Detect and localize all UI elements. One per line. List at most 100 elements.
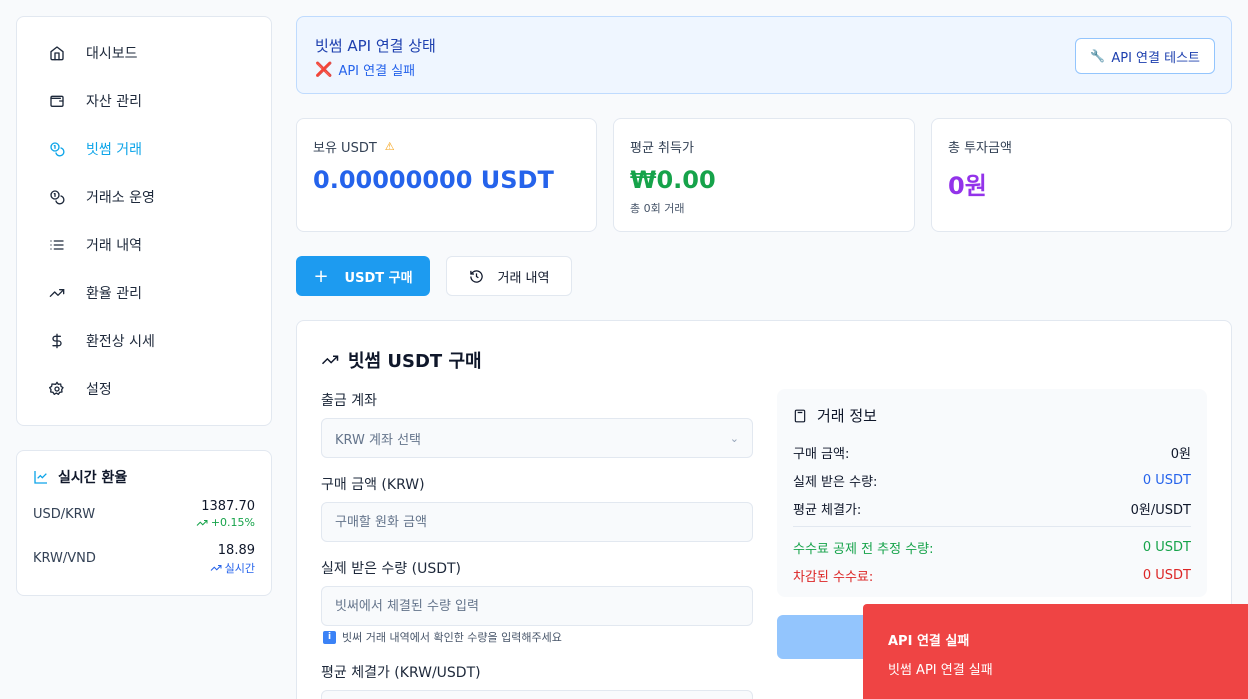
rate-value: 1387.70 xyxy=(201,499,255,514)
wrench-icon: 🔧 xyxy=(1090,49,1106,63)
rate-status-text: 실시간 xyxy=(224,562,255,575)
trending-up-icon xyxy=(49,285,65,301)
info-label: 평균 체결가: xyxy=(793,502,862,518)
plus-icon: + xyxy=(313,265,329,287)
chevron-down-icon: ⌄ xyxy=(729,431,739,445)
card-label: 평균 취득가 xyxy=(630,141,694,156)
trade-count: 총 0회 거래 xyxy=(630,202,685,215)
qty-hint-text: 빗써 거래 내역에서 확인한 수량을 입력해주세요 xyxy=(342,631,562,644)
info-row-received: 실제 받은 수량: 0 USDT xyxy=(793,466,1191,494)
gear-icon xyxy=(49,381,65,397)
home-icon xyxy=(49,45,65,61)
info-value: 0 USDT xyxy=(1142,539,1191,555)
sidebar-item-label: 설정 xyxy=(86,382,112,398)
sidebar-item-label: 대시보드 xyxy=(86,46,138,62)
info-label: 구매 금액: xyxy=(793,446,850,462)
rate-row-usd-krw: USD/KRW 1387.70 +0.15% xyxy=(33,499,255,543)
trade-history-button[interactable]: 거래 내역 xyxy=(446,256,572,296)
form-title: 빗썸 USDT 구매 xyxy=(321,347,482,373)
divider xyxy=(793,526,1191,527)
amount-input[interactable] xyxy=(321,502,753,542)
info-row-amount: 구매 금액: 0원 xyxy=(793,438,1191,466)
usdt-balance-card: 보유 USDT ⚠ 0.00000000 USDT xyxy=(296,118,597,232)
sidebar-item-money-changer[interactable]: 환전상 시세 xyxy=(17,317,271,365)
sidebar-item-dashboard[interactable]: 대시보드 xyxy=(17,29,271,77)
api-test-button-label: API 연결 테스트 xyxy=(1111,50,1200,66)
trade-info-title: 거래 정보 xyxy=(793,405,1191,426)
list-icon xyxy=(49,237,65,253)
card-label: 보유 USDT ⚠ xyxy=(313,137,580,156)
rate-pair: KRW/VND xyxy=(33,551,96,566)
trending-up-icon xyxy=(210,565,222,571)
error-x-icon: ❌ xyxy=(315,61,333,78)
account-select-value: KRW 계좌 선택 xyxy=(335,432,421,448)
toast-message: 빗썸 API 연결 실패 xyxy=(888,663,993,678)
api-status-text: API 연결 실패 xyxy=(338,64,416,79)
rate-pair: USD/KRW xyxy=(33,507,96,522)
api-status-panel: 빗썸 API 연결 상태 ❌ API 연결 실패 🔧 API 연결 테스트 xyxy=(296,16,1232,94)
sidebar-item-label: 환율 관리 xyxy=(86,286,142,302)
rate-change: +0.15% xyxy=(196,516,255,529)
avg-price-value: ₩0.00 xyxy=(630,166,716,194)
info-value: 0원/USDT xyxy=(1130,502,1191,518)
avg-price-label: 평균 체결가 (KRW/USDT) xyxy=(321,665,481,681)
coins-icon xyxy=(49,189,65,205)
sidebar-item-label: 거래 내역 xyxy=(86,238,142,254)
info-row-avg: 평균 체결가: 0원/USDT xyxy=(793,494,1191,522)
sidebar-item-settings[interactable]: 설정 xyxy=(17,365,271,413)
wallet-icon xyxy=(49,93,65,109)
rate-status: 실시간 xyxy=(210,560,255,576)
sidebar-item-label: 빗썸 거래 xyxy=(86,142,142,158)
account-label: 출금 계좌 xyxy=(321,393,377,409)
account-select[interactable]: KRW 계좌 선택 ⌄ xyxy=(321,418,753,458)
coins-icon xyxy=(49,141,65,157)
dollar-icon xyxy=(49,333,65,349)
sidebar-item-bithumb-trade[interactable]: 빗썸 거래 xyxy=(17,125,271,173)
realtime-rates-panel: 실시간 환율 USD/KRW 1387.70 +0.15% KRW/VND 18… xyxy=(16,450,272,596)
info-row-fee: 차감된 수수료: 0 USDT xyxy=(793,561,1191,589)
trade-info-panel: 거래 정보 구매 금액: 0원 실제 받은 수량: 0 USDT 평균 체결가:… xyxy=(777,389,1207,597)
qty-input[interactable] xyxy=(321,586,753,626)
sidebar-item-assets[interactable]: 자산 관리 xyxy=(17,77,271,125)
info-value: 0 USDT xyxy=(1142,472,1191,488)
qty-label: 실제 받은 수량 (USDT) xyxy=(321,561,462,577)
info-label: 차감된 수수료: xyxy=(793,569,874,585)
calculator-icon xyxy=(794,409,806,422)
sidebar-item-fx[interactable]: 환율 관리 xyxy=(17,269,271,317)
info-label: 수수료 공제 전 추정 수량: xyxy=(793,541,934,557)
api-test-button[interactable]: 🔧 API 연결 테스트 xyxy=(1075,38,1215,74)
buy-usdt-button[interactable]: + USDT 구매 xyxy=(296,256,430,296)
rate-row-krw-vnd: KRW/VND 18.89 실시간 xyxy=(33,543,255,587)
rate-change-text: +0.15% xyxy=(210,516,255,529)
warning-icon: ⚠ xyxy=(384,140,395,153)
usdt-balance-value: 0.00000000 USDT xyxy=(313,166,554,194)
sidebar-item-label: 환전상 시세 xyxy=(86,334,155,350)
trade-history-label: 거래 내역 xyxy=(497,270,550,286)
info-icon: i xyxy=(323,630,336,644)
avg-price-card: 평균 취득가 ₩0.00 총 0회 거래 xyxy=(613,118,915,232)
buy-usdt-label: USDT 구매 xyxy=(344,270,413,286)
info-value: 0 USDT xyxy=(1142,567,1191,583)
card-label-text: 보유 USDT xyxy=(313,141,377,156)
total-investment-value: 0원 xyxy=(948,172,987,200)
sidebar-item-history[interactable]: 거래 내역 xyxy=(17,221,271,269)
sidebar: 대시보드 자산 관리 빗썸 거래 거래소 운영 거래 내역 환율 관리 환전상 … xyxy=(16,16,272,426)
avg-price-input[interactable] xyxy=(321,690,753,699)
total-investment-card: 총 투자금액 0원 xyxy=(931,118,1232,232)
info-value: 0원 xyxy=(1170,446,1191,462)
sidebar-item-label: 자산 관리 xyxy=(86,94,142,110)
info-label: 실제 받은 수량: xyxy=(793,474,878,490)
sidebar-item-label: 거래소 운영 xyxy=(86,190,155,206)
amount-label: 구매 금액 (KRW) xyxy=(321,477,425,493)
error-toast[interactable]: API 연결 실패 빗썸 API 연결 실패 xyxy=(863,604,1248,699)
rates-title: 실시간 환율 xyxy=(33,467,255,487)
toast-title: API 연결 실패 xyxy=(888,634,970,649)
trending-up-icon xyxy=(321,355,339,365)
rate-value: 18.89 xyxy=(217,543,255,558)
history-icon xyxy=(469,269,483,283)
qty-hint: i 빗써 거래 내역에서 확인한 수량을 입력해주세요 xyxy=(323,629,562,645)
sidebar-item-exchange-ops[interactable]: 거래소 운영 xyxy=(17,173,271,221)
info-row-estimated: 수수료 공제 전 추정 수량: 0 USDT xyxy=(793,533,1191,561)
trade-info-title-text: 거래 정보 xyxy=(817,407,877,425)
form-title-text: 빗썸 USDT 구매 xyxy=(348,351,482,372)
